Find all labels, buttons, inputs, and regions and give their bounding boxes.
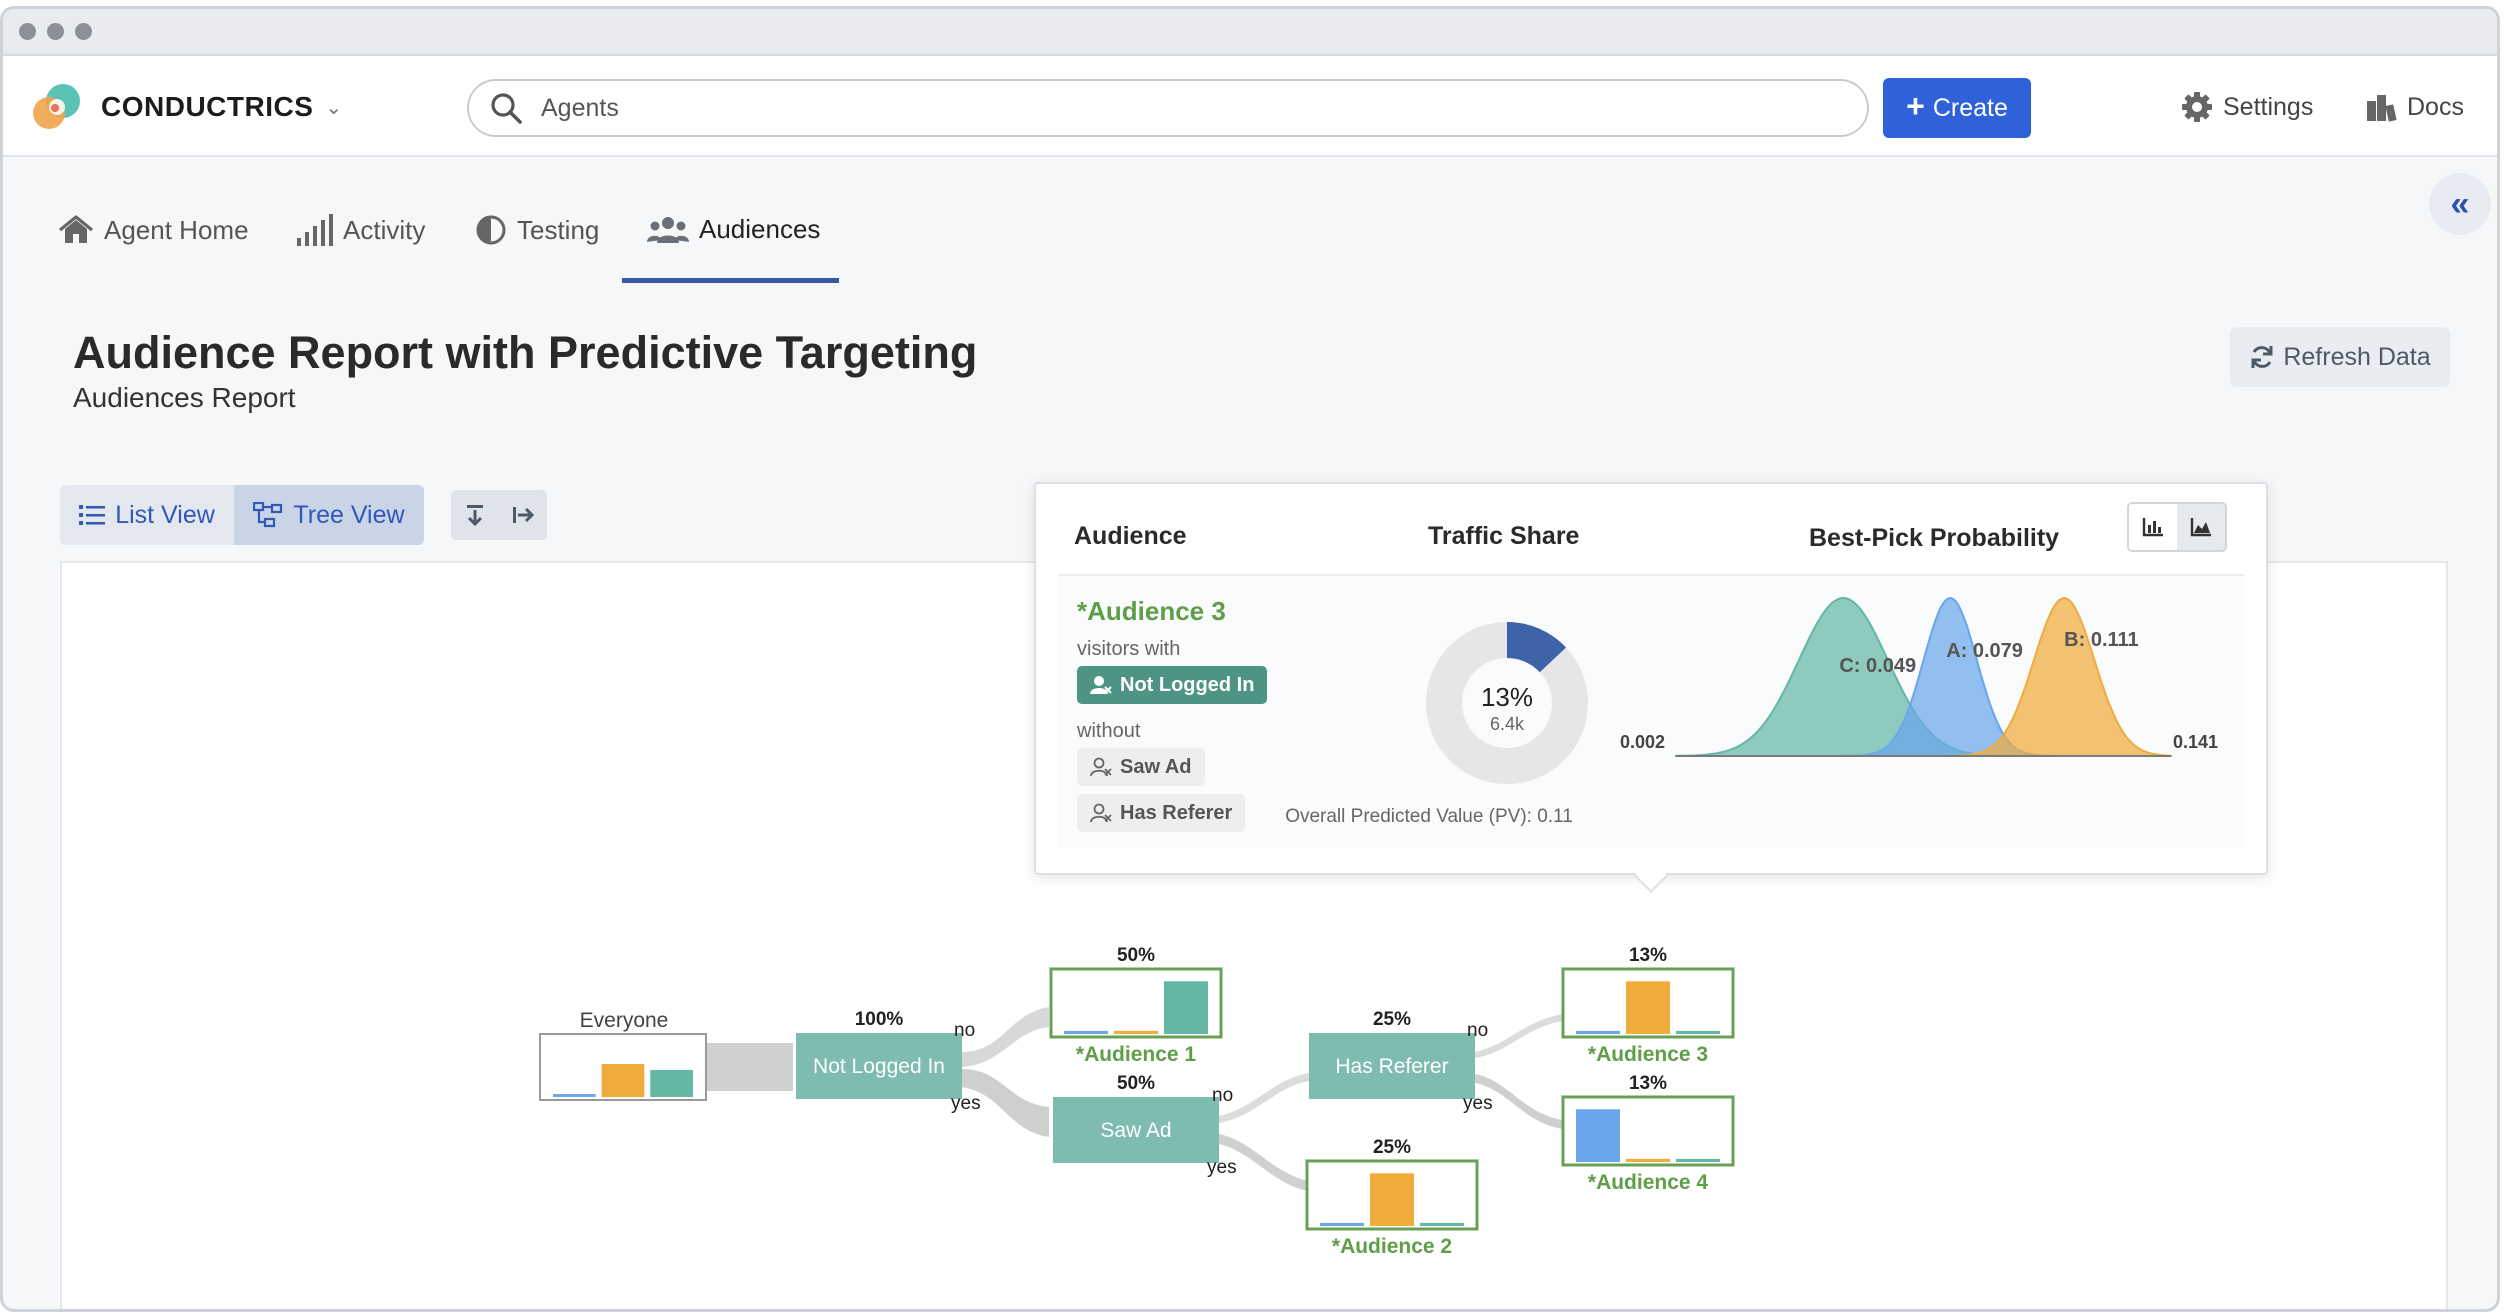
- user-outline-icon: [1090, 757, 1112, 777]
- area-chart-button[interactable]: [2177, 504, 2225, 550]
- traffic-share-pct: 13%: [1481, 682, 1533, 712]
- visitors-with-label: visitors with: [1077, 638, 1181, 660]
- node-saw-ad-label: Saw Ad: [1100, 1119, 1171, 1142]
- edge-label-yes: yes: [1463, 1093, 1493, 1114]
- user-icon: [1090, 676, 1112, 694]
- leaf-2-bar-b: [1370, 1173, 1414, 1226]
- distribution-label-b: B: 0.111: [2064, 629, 2139, 651]
- traffic-share-count: 6.4k: [1490, 714, 1525, 734]
- root-node-label: Everyone: [580, 1009, 669, 1032]
- bar-chart-button[interactable]: [2129, 504, 2177, 550]
- node-not-logged-in-pct: 100%: [855, 1009, 904, 1030]
- app-page: CONDUCTRICS ⌄ Agents + Create Settings D…: [0, 0, 2505, 1314]
- leaf-3-bar-b: [1626, 981, 1670, 1034]
- x-axis-min-label: 0.002: [1620, 732, 1665, 752]
- tree-edge: [706, 1043, 793, 1091]
- without-label: without: [1077, 720, 1141, 742]
- popup-header-audience: Audience: [1074, 522, 1187, 550]
- node-not-logged-in-label: Not Logged In: [813, 1055, 945, 1078]
- leaf-4-bar-b: [1626, 1158, 1670, 1162]
- area-chart-icon: [2190, 518, 2211, 537]
- leaf-2-bar-a: [1320, 1222, 1364, 1226]
- tree-edge: [1475, 1014, 1563, 1058]
- badge-saw-ad-label: Saw Ad: [1120, 755, 1192, 778]
- root-bar-b: [601, 1064, 645, 1097]
- edge-label-yes: yes: [951, 1093, 981, 1114]
- x-axis-max-label: 0.141: [2173, 732, 2218, 752]
- best-pick-distribution-chart: 0.002 0.141 C: 0.049 A: 0.079 B: 0.111: [1620, 596, 2218, 757]
- node-has-referer-pct: 25%: [1373, 1009, 1411, 1030]
- leaf-4-bar-a: [1576, 1109, 1620, 1162]
- root-bar-a: [553, 1094, 596, 1097]
- leaf-audience-4-pct: 13%: [1629, 1073, 1667, 1094]
- bar-chart-icon: [2142, 518, 2163, 537]
- leaf-1-bar-a: [1064, 1030, 1108, 1034]
- badge-not-logged-in: Not Logged In: [1077, 666, 1268, 704]
- badge-not-logged-in-label: Not Logged In: [1120, 673, 1255, 696]
- leaf-audience-1-label: *Audience 1: [1076, 1043, 1197, 1066]
- edge-label-no: no: [1467, 1020, 1488, 1041]
- root-bar-c: [650, 1070, 693, 1097]
- leaf-audience-3-pct: 13%: [1629, 945, 1667, 966]
- leaf-audience-2-label: *Audience 2: [1332, 1235, 1452, 1258]
- edge-label-yes: yes: [1207, 1157, 1237, 1178]
- edge-label-no: no: [1212, 1085, 1233, 1106]
- leaf-audience-2-pct: 25%: [1373, 1137, 1411, 1158]
- leaf-audience-1-pct: 50%: [1117, 945, 1155, 966]
- popup-header-traffic-share: Traffic Share: [1428, 522, 1580, 550]
- edge-label-no: no: [954, 1020, 975, 1041]
- leaf-3-bar-a: [1576, 1030, 1620, 1034]
- popup-audience-name: *Audience 3: [1077, 596, 1226, 626]
- node-saw-ad-pct: 50%: [1117, 1073, 1155, 1094]
- leaf-3-bar-c: [1676, 1030, 1720, 1034]
- distribution-label-a: A: 0.079: [1946, 640, 2023, 662]
- overall-pv-label: Overall Predicted Value (PV): 0.11: [1285, 806, 1573, 827]
- leaf-1-bar-c: [1164, 981, 1208, 1034]
- distribution-label-c: C: 0.049: [1839, 655, 1916, 677]
- leaf-2-bar-c: [1420, 1222, 1464, 1226]
- leaf-audience-3-label: *Audience 3: [1588, 1043, 1708, 1066]
- chart-type-switch: [2127, 502, 2227, 552]
- badge-saw-ad: Saw Ad: [1077, 748, 1205, 786]
- node-has-referer-label: Has Referer: [1335, 1055, 1448, 1078]
- leaf-4-bar-c: [1676, 1158, 1720, 1162]
- browser-window: CONDUCTRICS ⌄ Agents + Create Settings D…: [0, 6, 2500, 1312]
- traffic-share-donut: 13% 6.4k: [1426, 622, 1588, 784]
- leaf-1-bar-b: [1114, 1030, 1158, 1034]
- popup-header-best-pick: Best-Pick Probability: [1809, 524, 2060, 552]
- leaf-audience-4-label: *Audience 4: [1588, 1171, 1709, 1194]
